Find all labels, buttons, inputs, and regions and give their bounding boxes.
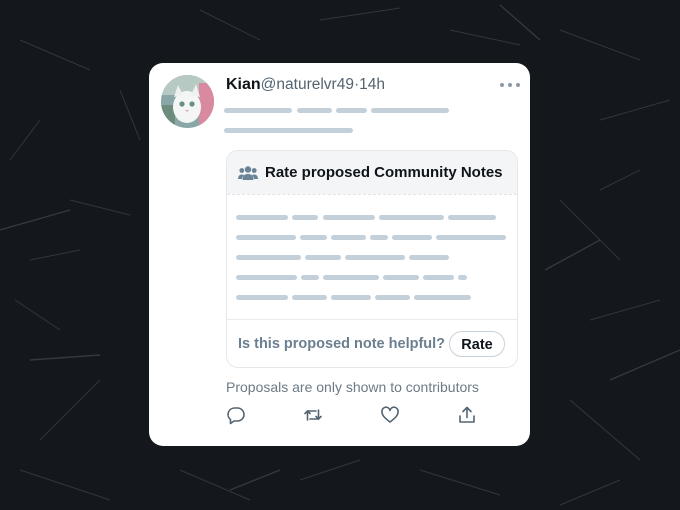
note-text-placeholder — [423, 275, 454, 280]
note-text-placeholder — [331, 235, 366, 240]
rate-button[interactable]: Rate — [449, 331, 505, 357]
post-text-placeholder — [336, 108, 367, 113]
note-text-placeholder — [323, 275, 379, 280]
note-text-placeholder — [436, 235, 506, 240]
note-text-placeholder — [414, 295, 471, 300]
note-title: Rate proposed Community Notes — [265, 164, 503, 181]
like-icon[interactable] — [380, 405, 400, 425]
author-handle[interactable]: @naturelvr49 — [261, 76, 354, 93]
note-text-placeholder — [236, 215, 288, 220]
note-text-placeholder — [236, 235, 296, 240]
reply-icon[interactable] — [226, 405, 246, 425]
note-text-placeholder — [300, 235, 327, 240]
note-text-placeholder — [236, 275, 297, 280]
note-text-placeholder — [448, 215, 496, 220]
post-text-placeholder — [297, 108, 332, 113]
note-rating-row: Is this proposed note helpful? Rate — [227, 320, 517, 367]
avatar[interactable] — [161, 75, 214, 128]
note-text-placeholder-area — [227, 194, 517, 320]
note-text-placeholder — [292, 215, 318, 220]
author-name[interactable]: Kian — [226, 76, 261, 93]
people-icon — [238, 165, 258, 181]
post-time[interactable]: 14h — [359, 76, 385, 93]
note-text-placeholder — [345, 255, 405, 260]
note-header: Rate proposed Community Notes — [227, 151, 517, 194]
note-text-placeholder — [383, 275, 419, 280]
share-icon[interactable] — [457, 405, 477, 425]
post-text-placeholder — [224, 108, 292, 113]
post-text-placeholder — [224, 128, 353, 133]
note-text-placeholder — [301, 275, 319, 280]
note-text-placeholder — [323, 215, 375, 220]
note-text-placeholder — [305, 255, 341, 260]
note-text-placeholder — [292, 295, 327, 300]
note-text-placeholder — [375, 295, 410, 300]
post-card: Kian@naturelvr49·14h Rate proposed Commu… — [149, 63, 530, 446]
more-icon[interactable] — [499, 76, 521, 94]
repost-icon[interactable] — [303, 405, 323, 425]
note-text-placeholder — [236, 295, 288, 300]
post-header: Kian@naturelvr49·14h — [226, 76, 385, 94]
note-text-placeholder — [236, 255, 301, 260]
note-text-placeholder — [392, 235, 432, 240]
note-text-placeholder — [379, 215, 444, 220]
helpful-question: Is this proposed note helpful? — [238, 336, 446, 352]
community-note-card: Rate proposed Community Notes Is this pr… — [226, 150, 518, 368]
note-text-placeholder — [370, 235, 388, 240]
post-text-placeholder — [371, 108, 449, 113]
contributors-disclaimer: Proposals are only shown to contributors — [226, 379, 479, 395]
note-text-placeholder — [331, 295, 371, 300]
note-text-placeholder — [409, 255, 449, 260]
note-text-placeholder — [458, 275, 467, 280]
